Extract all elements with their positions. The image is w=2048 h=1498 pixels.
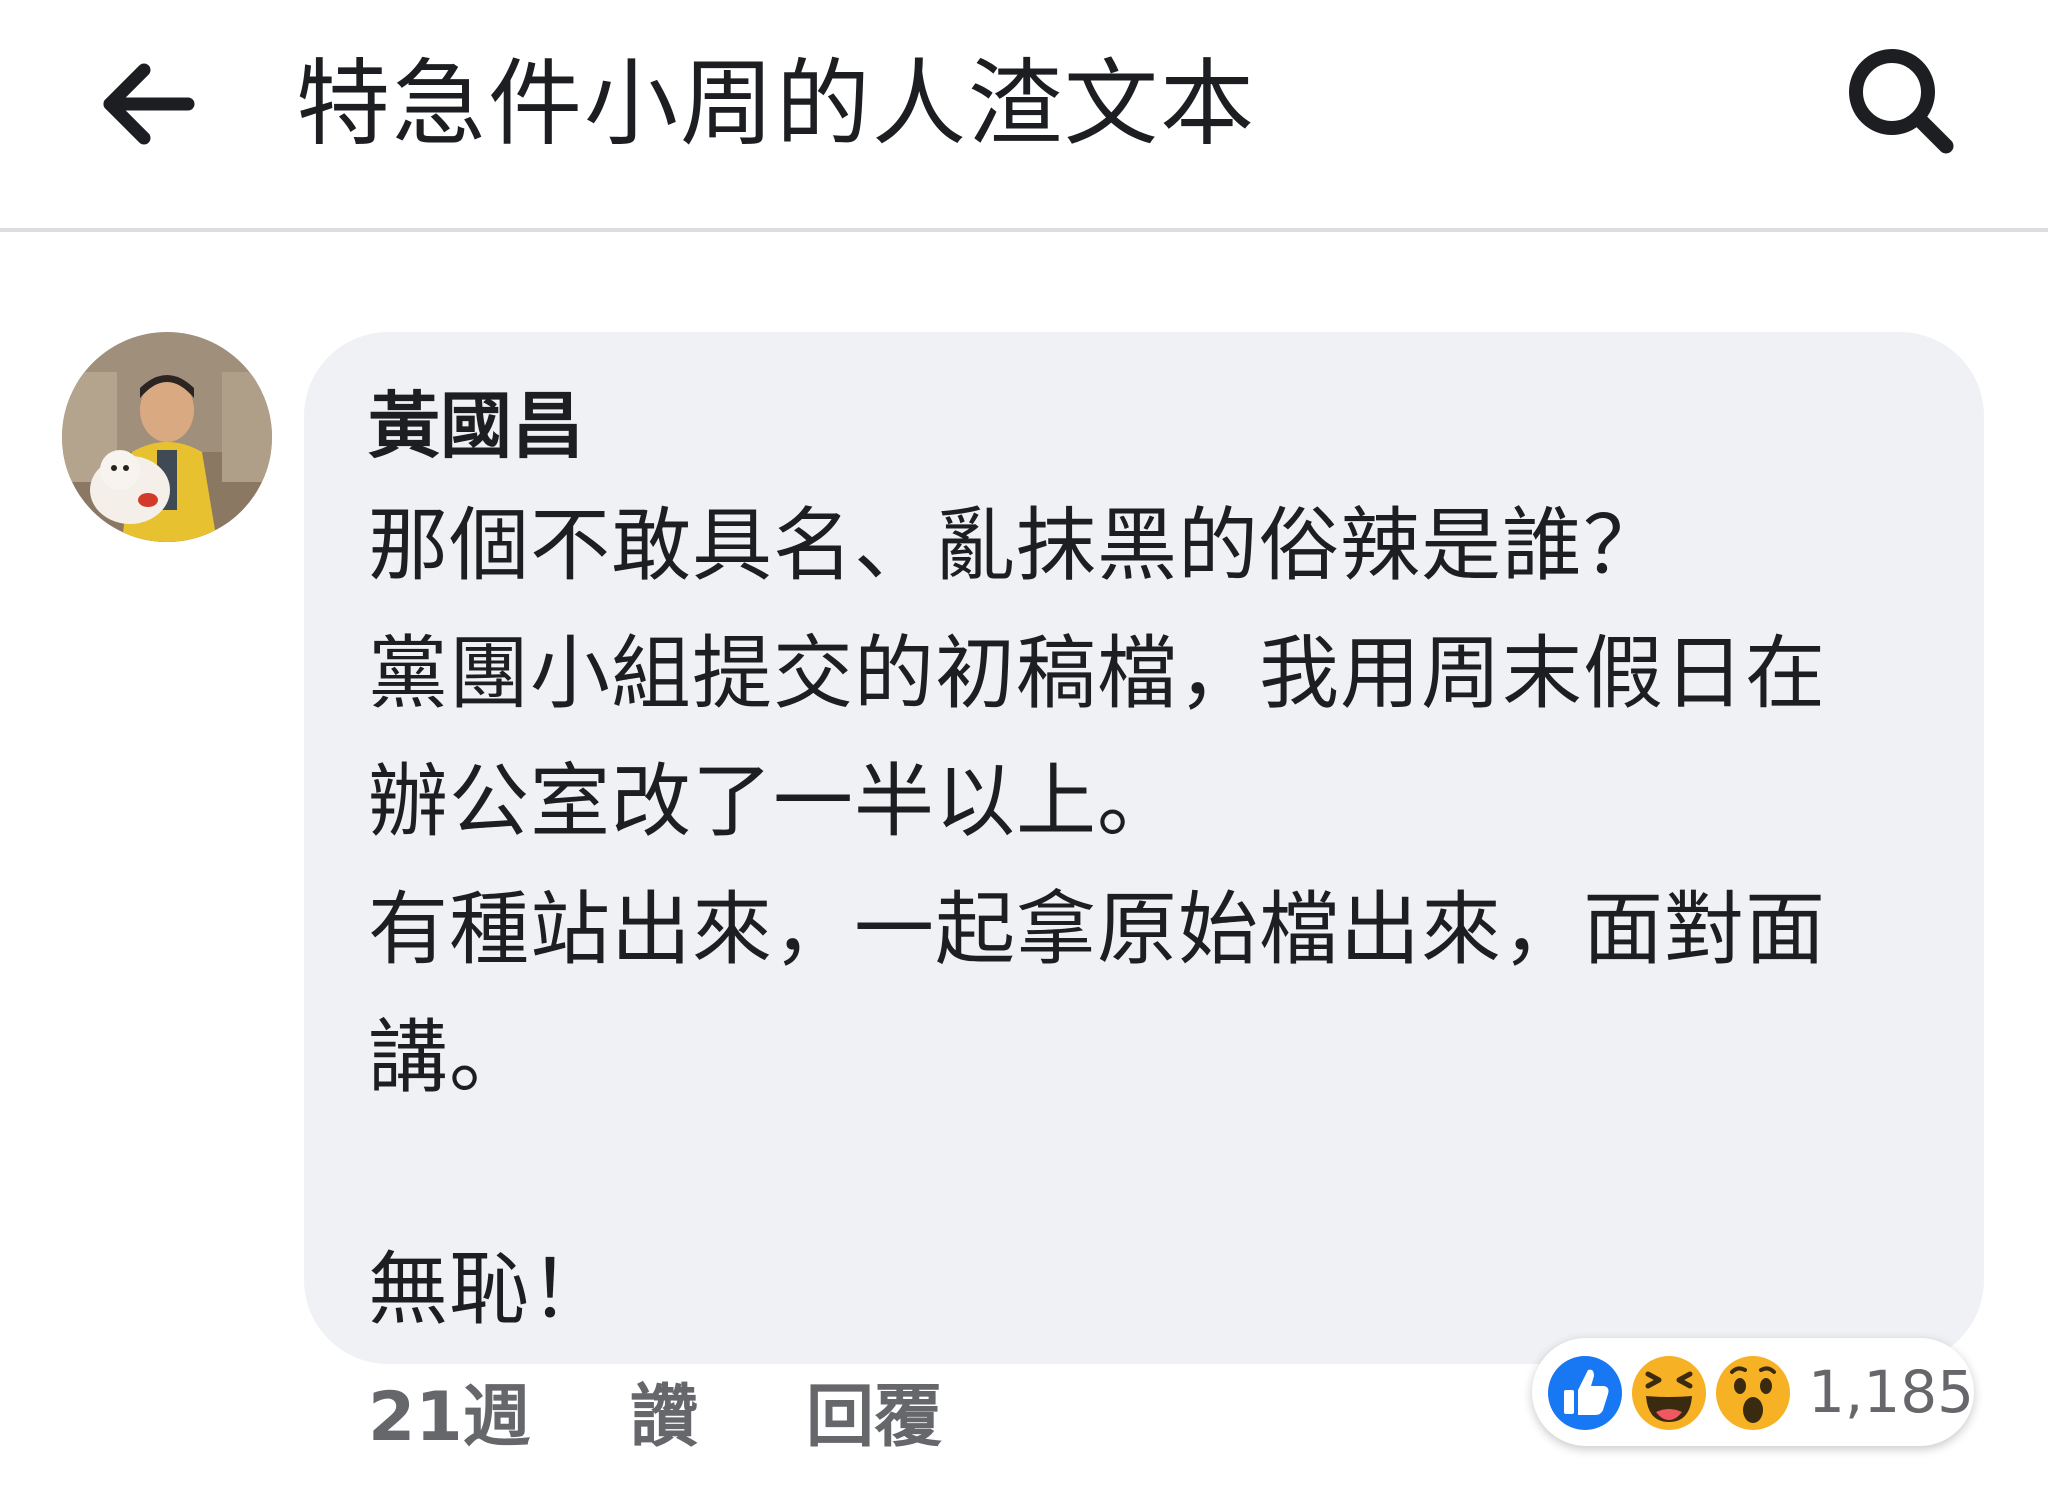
- comment-line: 講。: [368, 1011, 530, 1104]
- comment-line: 黨團小組提交的初稿檔，我用周末假日在: [368, 627, 1826, 720]
- avatar-photo: [62, 332, 272, 542]
- comment-line: 辦公室改了一半以上。: [368, 755, 1178, 848]
- like-button[interactable]: 讚: [630, 1368, 806, 1468]
- arrow-left-icon: [103, 63, 195, 145]
- page-title: 特急件小周的人渣文本: [296, 50, 1257, 159]
- search-icon: [1849, 49, 1954, 154]
- wow-icon: [1710, 1350, 1796, 1436]
- back-button[interactable]: [92, 56, 204, 152]
- comment-text: 那個不敢具名、亂抹黑的俗辣是誰？ 黨團小組提交的初稿檔，我用周末假日在 辦公室改…: [368, 482, 1948, 1354]
- reactions-summary[interactable]: 1,185: [1532, 1338, 1974, 1446]
- comment-timestamp[interactable]: 21週: [368, 1368, 630, 1468]
- comment-line: 那個不敢具名、亂抹黑的俗辣是誰？: [368, 499, 1664, 592]
- top-bar: 特急件小周的人渣文本: [0, 0, 2048, 232]
- like-icon: [1542, 1350, 1628, 1436]
- comment-page: 特急件小周的人渣文本 黃國昌 那個不敢具名、亂抹黑的俗辣是誰？ 黨團小組提交的初…: [0, 0, 2048, 1498]
- comment-line: 無恥！: [368, 1243, 611, 1336]
- reaction-count: 1,185: [1808, 1358, 1975, 1426]
- avatar[interactable]: [62, 332, 272, 542]
- comment-author[interactable]: 黃國昌: [368, 378, 584, 474]
- search-button[interactable]: [1840, 40, 1960, 160]
- comment-line-blank: [368, 1122, 1948, 1226]
- comment-bubble: 黃國昌 那個不敢具名、亂抹黑的俗辣是誰？ 黨團小組提交的初稿檔，我用周末假日在 …: [304, 332, 1984, 1364]
- haha-icon: [1626, 1350, 1712, 1436]
- comment-line: 有種站出來，一起拿原始檔出來，面對面: [368, 883, 1826, 976]
- reply-button[interactable]: 回覆: [806, 1368, 942, 1468]
- comment-actions: 21週讚回覆: [368, 1368, 942, 1468]
